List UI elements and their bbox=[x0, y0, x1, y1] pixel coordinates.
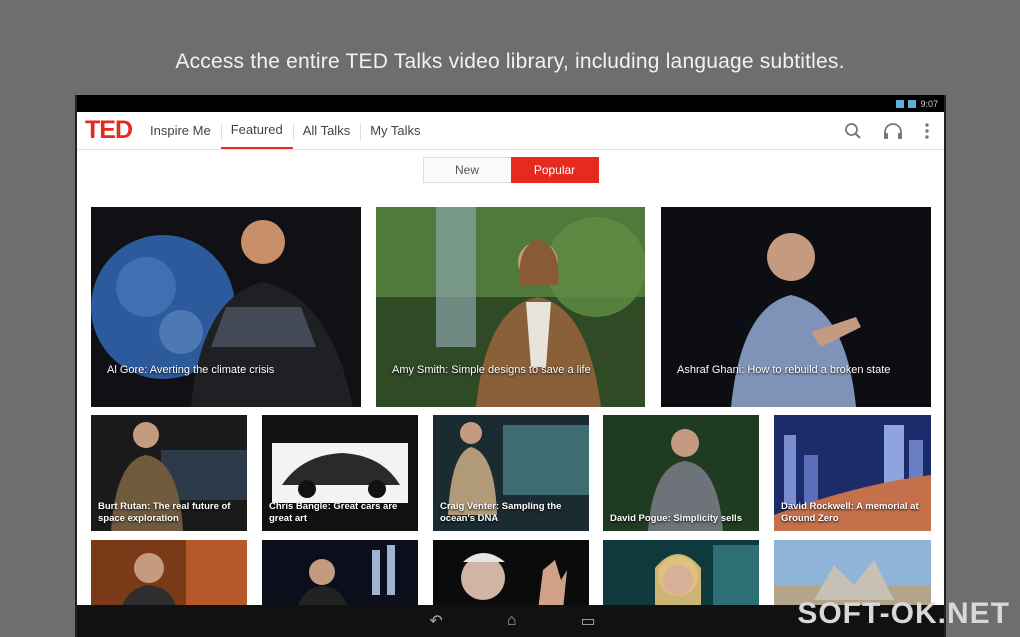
promo-headline: Access the entire TED Talks video librar… bbox=[175, 50, 845, 73]
battery-icon bbox=[908, 99, 917, 108]
tab-featured[interactable]: Featured bbox=[220, 112, 293, 149]
featured-talk-card[interactable]: Amy Smith: Simple designs to save a life bbox=[376, 207, 645, 407]
talk-thumbnail bbox=[91, 540, 247, 610]
wifi-icon bbox=[896, 99, 905, 108]
home-icon[interactable]: ⌂ bbox=[507, 612, 517, 630]
talk-title: David Pogue: Simplicity sells bbox=[610, 513, 742, 524]
talk-title: Craig Venter: Sampling the ocean's DNA bbox=[440, 501, 562, 524]
status-bar: 9:07 bbox=[77, 95, 944, 112]
talk-card[interactable]: Chris Bangle: Great cars are great art bbox=[262, 415, 418, 531]
search-icon[interactable] bbox=[844, 122, 862, 140]
tablet-screen: 9:07 TED Inspire Me Featured All Talks M… bbox=[75, 95, 946, 637]
talk-card[interactable]: David Rockwell: A memorial at Ground Zer… bbox=[774, 415, 931, 531]
more-vert-icon[interactable] bbox=[924, 122, 930, 140]
back-icon[interactable]: ↶ bbox=[429, 611, 442, 631]
featured-talk-card[interactable]: Al Gore: Averting the climate crisis bbox=[91, 207, 361, 407]
talk-card[interactable]: Burt Rutan: The real future of space exp… bbox=[91, 415, 247, 531]
talk-title: Al Gore: Averting the climate crisis bbox=[107, 364, 275, 376]
new-button[interactable]: New bbox=[422, 157, 511, 183]
talk-card[interactable] bbox=[262, 540, 418, 610]
tab-all-talks[interactable]: All Talks bbox=[292, 112, 360, 149]
talk-card[interactable] bbox=[433, 540, 589, 610]
watermark: SOFT-OK.NET bbox=[797, 597, 1010, 630]
talk-thumbnail bbox=[91, 207, 361, 407]
talk-thumbnail bbox=[603, 540, 759, 610]
talk-thumbnail bbox=[262, 540, 418, 610]
talk-title: Chris Bangle: Great cars are great art bbox=[269, 501, 398, 524]
sort-toggle: New Popular bbox=[77, 157, 944, 183]
tab-my-talks[interactable]: My Talks bbox=[360, 112, 430, 149]
tab-bar: Inspire Me Featured All Talks My Talks bbox=[140, 112, 431, 149]
talk-title: Ashraf Ghani: How to rebuild a broken st… bbox=[677, 364, 891, 376]
app-bar: TED Inspire Me Featured All Talks My Tal… bbox=[77, 112, 944, 150]
talk-thumbnail bbox=[433, 540, 589, 610]
talk-card[interactable] bbox=[91, 540, 247, 610]
talk-thumbnail bbox=[376, 207, 645, 407]
talk-card[interactable] bbox=[603, 540, 759, 610]
tab-inspire-me[interactable]: Inspire Me bbox=[140, 112, 221, 149]
recents-icon[interactable]: ▭ bbox=[580, 611, 595, 631]
talk-card[interactable]: David Pogue: Simplicity sells bbox=[603, 415, 759, 531]
talk-card[interactable]: Craig Venter: Sampling the ocean's DNA bbox=[433, 415, 589, 531]
talk-title: David Rockwell: A memorial at Ground Zer… bbox=[781, 501, 919, 524]
talk-title: Burt Rutan: The real future of space exp… bbox=[98, 501, 231, 524]
status-time: 9:07 bbox=[920, 98, 938, 109]
headphones-icon[interactable] bbox=[882, 122, 904, 140]
featured-talk-card[interactable]: Ashraf Ghani: How to rebuild a broken st… bbox=[661, 207, 931, 407]
popular-button[interactable]: Popular bbox=[510, 157, 599, 183]
talk-title: Amy Smith: Simple designs to save a life bbox=[392, 364, 591, 376]
ted-logo[interactable]: TED bbox=[77, 112, 140, 149]
talk-thumbnail bbox=[661, 207, 931, 407]
